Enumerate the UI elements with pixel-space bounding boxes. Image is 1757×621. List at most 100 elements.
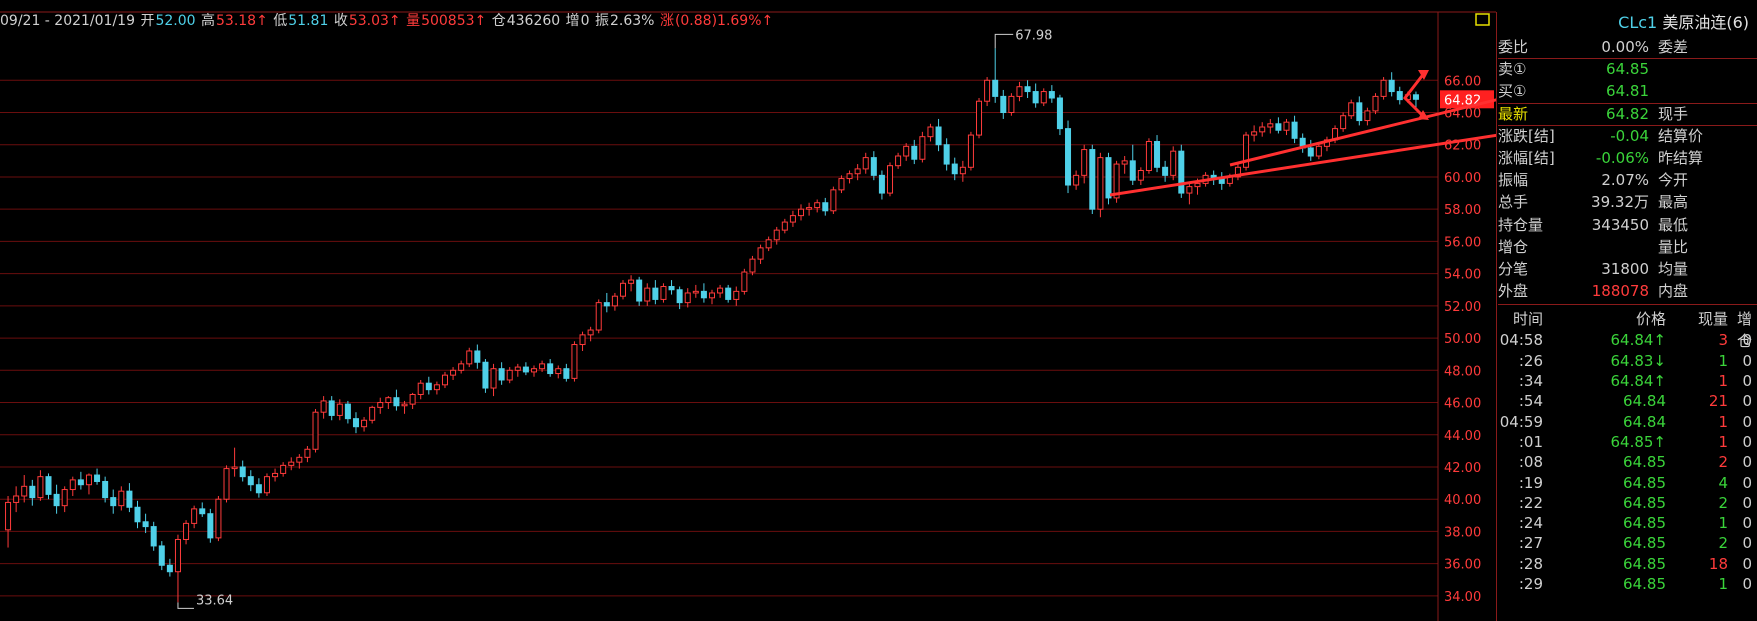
tick-header-qty: 现量	[1697, 310, 1728, 329]
quote-row-label: 总手	[1498, 193, 1529, 212]
candle-down	[352, 418, 359, 428]
candle-up	[361, 419, 368, 428]
candle-up	[1016, 86, 1023, 97]
candle-up	[895, 155, 902, 167]
candle-up	[231, 466, 238, 470]
tick-time: :08	[1518, 453, 1543, 472]
tick-row[interactable]: :54 64.84 21 0	[1498, 390, 1757, 412]
instrument-title[interactable]: CLc1 美原油连(6)	[1498, 12, 1757, 34]
tick-row[interactable]: 04:58 64.84↑ 3 0	[1498, 329, 1757, 351]
tick-row[interactable]: :24 64.85 1 0	[1498, 512, 1757, 534]
candle-down	[498, 368, 505, 381]
quote-row-value: 64.85	[1606, 60, 1649, 79]
candle-up	[409, 393, 416, 405]
quote-row-value: 31800	[1601, 260, 1649, 278]
candle-down	[166, 564, 173, 573]
tick-qty: 4	[1718, 473, 1728, 492]
amplitude-value: 2.63%	[610, 13, 655, 29]
candle-up	[263, 476, 270, 494]
candle-up	[976, 100, 983, 136]
candle-down	[110, 497, 117, 507]
tick-qty: 1	[1718, 514, 1728, 533]
candle-up	[773, 229, 780, 241]
candle-down	[482, 361, 489, 389]
tick-row[interactable]: :22 64.85 2 0	[1498, 492, 1757, 514]
tick-row[interactable]: :01 64.85↑ 1 0	[1498, 431, 1757, 453]
candle-down	[45, 476, 52, 495]
y-tick-label: 44.00	[1444, 429, 1481, 444]
candle-up	[304, 448, 311, 458]
candle-down	[870, 157, 877, 176]
quote-row-label2: 昨结算	[1658, 149, 1704, 167]
candle-down	[425, 382, 432, 391]
quote-row-value: -0.06%	[1595, 149, 1649, 167]
quote-row-label2: 结算价	[1658, 126, 1704, 145]
candle-down	[199, 508, 206, 515]
candle-up	[1121, 160, 1128, 165]
candle-up	[854, 168, 861, 175]
tick-oi-change: 0	[1742, 351, 1752, 370]
candle-down	[328, 400, 335, 416]
candle-up	[595, 302, 602, 331]
candle-up	[61, 489, 68, 507]
quote-row-label2: 最低	[1658, 215, 1689, 234]
tick-row[interactable]: :27 64.85 2 0	[1498, 532, 1757, 554]
candle-down	[1105, 157, 1112, 199]
candle-up	[1340, 115, 1347, 130]
candle-down	[563, 368, 570, 379]
tick-oi-change: 0	[1742, 473, 1752, 492]
candle-up	[1283, 121, 1290, 131]
candle-up	[1251, 131, 1258, 136]
tick-row[interactable]: 04:59 64.84 1 0	[1498, 411, 1757, 433]
tick-row[interactable]: :29 64.85 1 0	[1498, 573, 1757, 595]
candle-up	[506, 369, 513, 381]
tick-oi-change: 0	[1742, 331, 1752, 350]
quote-row-value: 343450	[1591, 215, 1649, 234]
candle-up	[417, 382, 424, 395]
tick-time: 04:58	[1499, 331, 1543, 350]
candle-up	[174, 538, 181, 573]
tick-row[interactable]: :26 64.83↓ 1 0	[1498, 350, 1757, 372]
candle-up	[579, 334, 586, 346]
high-label: 高	[201, 13, 215, 29]
tick-time: :29	[1518, 575, 1543, 593]
tick-header-divider	[1498, 304, 1757, 306]
tick-qty: 2	[1718, 493, 1728, 512]
candle-up	[887, 165, 894, 194]
tick-oi-change: 0	[1742, 575, 1752, 593]
candle-down	[1291, 121, 1298, 139]
quote-row-label: 分笔	[1498, 260, 1529, 278]
candle-up	[1372, 95, 1379, 112]
candle-down	[547, 363, 554, 375]
candle-down	[29, 485, 36, 499]
kline-chart-pane[interactable]: 66.00 64.00 62.00 60.00 58.00 56.00 54.00 52.00…	[0, 0, 1496, 621]
candle-up	[1170, 150, 1177, 176]
candle-down	[992, 79, 999, 97]
tick-row[interactable]: :28 64.85 18 0	[1498, 553, 1757, 575]
tick-time: :01	[1518, 432, 1543, 451]
tick-row[interactable]: :08 64.85 2 0	[1498, 451, 1757, 473]
tick-oi-change: 0	[1742, 514, 1752, 533]
tick-header-row: 时间 价格 现量 增仓	[1498, 308, 1757, 350]
y-tick-label: 40.00	[1444, 493, 1481, 508]
candle-up	[401, 403, 408, 407]
open-value: 52.00	[155, 13, 196, 29]
candle-up	[69, 479, 76, 491]
candle-down	[1048, 91, 1055, 99]
high-marker-label: 67.98	[1015, 28, 1052, 43]
candle-up	[959, 166, 966, 175]
quote-row-value: 64.81	[1606, 82, 1649, 101]
tick-row[interactable]: :34 64.84↑ 1 0	[1498, 370, 1757, 392]
candle-up	[757, 247, 764, 260]
candle-down	[102, 480, 109, 499]
candle-up	[466, 350, 473, 365]
tick-row[interactable]: :19 64.85 4 0	[1498, 472, 1757, 494]
oi-change-value: 0	[580, 13, 590, 29]
candle-up	[1081, 149, 1088, 176]
candle-down	[142, 521, 149, 528]
candle-down	[77, 479, 84, 486]
kline-chart[interactable]: 66.0064.0062.0060.0058.0056.0054.0052.00…	[0, 0, 1496, 621]
candle-down	[247, 476, 254, 486]
quote-row-label: 持仓量	[1498, 215, 1544, 234]
tick-time: :24	[1518, 514, 1543, 533]
